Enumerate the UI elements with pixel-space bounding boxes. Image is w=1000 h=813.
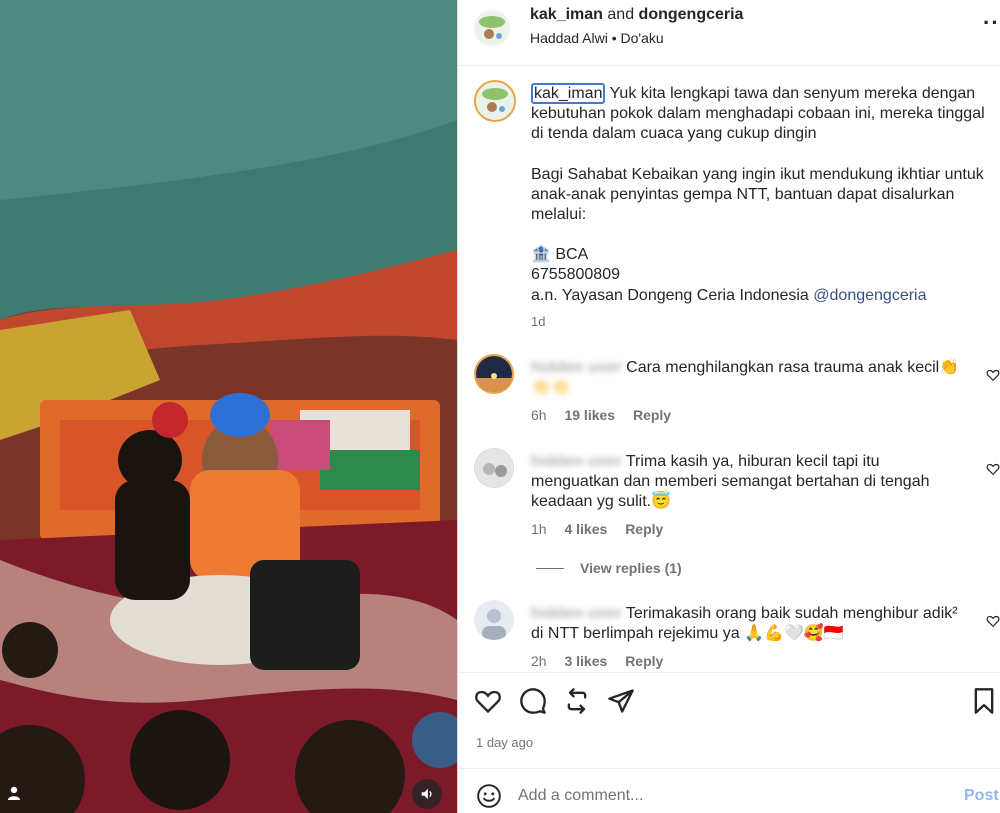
comment-icon[interactable] — [519, 687, 547, 715]
comment-body: Cara menghilangkan rasa trauma anak keci… — [626, 359, 960, 376]
comment-body-extra: 👏👏 — [531, 379, 571, 397]
add-comment-bar: Post — [458, 768, 1000, 813]
view-replies-divider — [536, 567, 564, 569]
comment-text: hidden user Cara menghilangkan rasa trau… — [531, 358, 971, 398]
comment-likes[interactable]: 3 likes — [564, 653, 607, 669]
post-timestamp[interactable]: 1 day ago — [476, 735, 533, 750]
comment-text: hidden user Trima kasih ya, hiburan keci… — [531, 452, 971, 513]
caption-author-avatar[interactable] — [474, 80, 516, 122]
audio-title: Do'aku — [620, 30, 664, 46]
comment-meta: 1h 4 likes Reply — [531, 521, 677, 537]
commenter-avatar[interactable] — [474, 354, 514, 394]
post-media[interactable] — [0, 0, 457, 813]
emoji-icon[interactable] — [476, 783, 502, 809]
comment-time: 2h — [531, 653, 547, 669]
view-replies-button[interactable]: View replies (1) — [536, 560, 682, 576]
commenter-avatar[interactable] — [474, 448, 514, 488]
author-username[interactable]: kak_iman — [530, 6, 603, 23]
caption-account: 6755800809 — [531, 266, 620, 284]
speaker-icon[interactable] — [412, 779, 442, 809]
post-authors: kak_iman and dongengceria — [530, 6, 743, 24]
post-side-panel: kak_iman and dongengceria Haddad Alwi • … — [457, 0, 1000, 813]
post-header: kak_iman and dongengceria Haddad Alwi • … — [458, 0, 1000, 66]
author-avatar[interactable] — [474, 10, 510, 46]
audio-info[interactable]: Haddad Alwi • Do'aku — [530, 30, 664, 46]
caption-username[interactable]: kak_iman — [531, 83, 606, 104]
audio-artist: Haddad Alwi — [530, 30, 608, 46]
author-joiner: and — [607, 6, 635, 23]
caption-mention[interactable]: @dongengceria — [813, 287, 926, 304]
commenter-avatar[interactable] — [474, 600, 514, 640]
view-replies-label: View replies (1) — [580, 560, 682, 576]
comment-reply-button[interactable]: Reply — [625, 521, 663, 537]
caption-bank: 🏦 BCA — [531, 246, 589, 264]
send-icon[interactable] — [607, 687, 635, 715]
heart-icon[interactable] — [474, 687, 502, 715]
comment-username[interactable]: hidden user — [531, 359, 622, 376]
repost-icon[interactable] — [563, 687, 591, 715]
caption-account-name: a.n. Yayasan Dongeng Ceria Indonesia — [531, 286, 809, 304]
video-frame — [0, 0, 457, 813]
post-comment-button[interactable]: Post — [964, 787, 999, 805]
post-caption: kak_iman Yuk kita lengkapi tawa dan seny… — [531, 83, 989, 306]
comment-likes[interactable]: 19 likes — [564, 407, 615, 423]
comment-like-icon[interactable] — [986, 462, 1000, 476]
comment-username[interactable]: hidden user — [531, 605, 622, 622]
user-tag-icon[interactable] — [6, 785, 24, 803]
comment-meta: 2h 3 likes Reply — [531, 653, 677, 669]
comment-input[interactable] — [518, 781, 918, 811]
post-actions: 1 day ago — [458, 672, 1000, 768]
audio-separator: • — [611, 30, 617, 46]
coauthor-username[interactable]: dongengceria — [639, 6, 744, 23]
more-options-icon[interactable]: ··· — [983, 10, 1000, 36]
comment-time: 6h — [531, 407, 547, 423]
comment-reply-button[interactable]: Reply — [633, 407, 671, 423]
comment-meta: 6h 19 likes Reply — [531, 407, 685, 423]
comment-likes[interactable]: 4 likes — [564, 521, 607, 537]
bookmark-icon[interactable] — [970, 687, 998, 715]
comment-like-icon[interactable] — [986, 614, 1000, 628]
comment-username[interactable]: hidden user — [531, 453, 622, 470]
comment-time: 1h — [531, 521, 547, 537]
comment-reply-button[interactable]: Reply — [625, 653, 663, 669]
caption-time[interactable]: 1d — [531, 314, 545, 329]
caption-text-2: Bagi Sahabat Kebaikan yang ingin ikut me… — [531, 165, 989, 224]
comment-text: hidden user Terimakasih orang baik sudah… — [531, 604, 971, 644]
comment-like-icon[interactable] — [986, 368, 1000, 382]
